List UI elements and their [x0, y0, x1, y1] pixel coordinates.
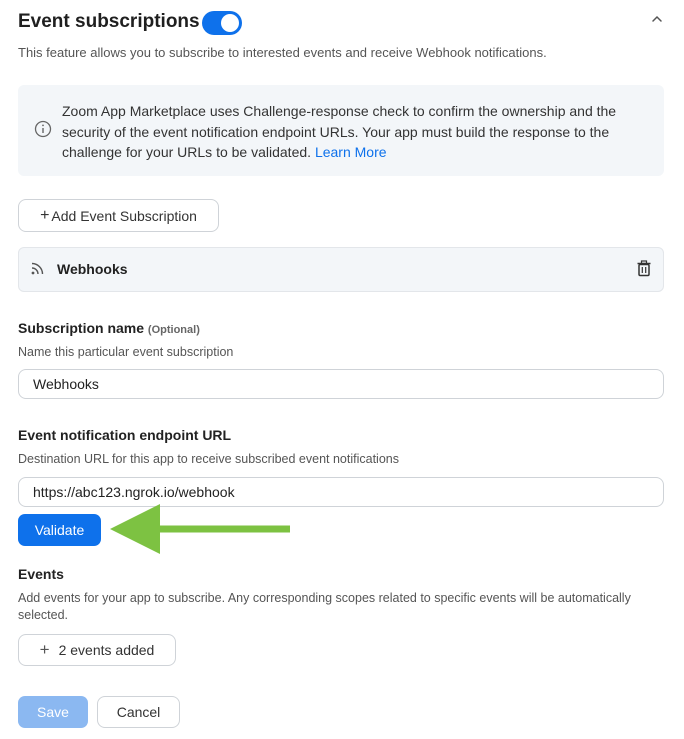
plus-icon: + — [39, 640, 50, 659]
cancel-button[interactable]: Cancel — [97, 696, 180, 728]
subscription-name-value: Webhooks — [33, 376, 99, 392]
info-text: Zoom App Marketplace uses Challenge-resp… — [62, 101, 642, 163]
chevron-up-icon[interactable] — [650, 12, 664, 26]
annotation-arrow — [110, 504, 290, 554]
rss-icon — [31, 262, 44, 275]
save-button[interactable]: Save — [18, 696, 88, 728]
endpoint-url-label: Event notification endpoint URL — [18, 427, 232, 443]
trash-icon[interactable] — [636, 260, 652, 277]
toggle-knob — [221, 14, 239, 32]
subscription-name-input[interactable]: Webhooks — [18, 369, 664, 399]
endpoint-url-help: Destination URL for this app to receive … — [18, 452, 399, 466]
events-added-button[interactable]: +2 events added — [18, 634, 176, 666]
section-title: Event subscriptions — [18, 11, 200, 32]
events-help: Add events for your app to subscribe. An… — [18, 591, 631, 622]
subscription-name-help: Name this particular event subscription — [18, 345, 234, 359]
info-icon — [34, 120, 52, 138]
add-event-subscription-button[interactable]: + Add Event Subscription — [18, 199, 219, 232]
learn-more-link[interactable]: Learn More — [315, 144, 387, 160]
validate-button[interactable]: Validate — [18, 514, 101, 546]
subscription-name-label: Subscription name (Optional) — [18, 320, 200, 336]
section-description: This feature allows you to subscribe to … — [18, 45, 547, 60]
subscription-name-label-text: Subscription name — [18, 320, 145, 336]
events-label: Events — [18, 566, 64, 582]
endpoint-url-value: https://abc123.ngrok.io/webhook — [33, 484, 235, 500]
optional-tag: (Optional) — [147, 324, 200, 336]
plus-icon: + — [40, 206, 50, 224]
subscription-card-title: Webhooks — [57, 261, 128, 277]
events-added-label: 2 events added — [58, 642, 155, 658]
event-subscriptions-toggle[interactable] — [202, 11, 242, 35]
add-event-subscription-label: Add Event Subscription — [51, 207, 197, 224]
